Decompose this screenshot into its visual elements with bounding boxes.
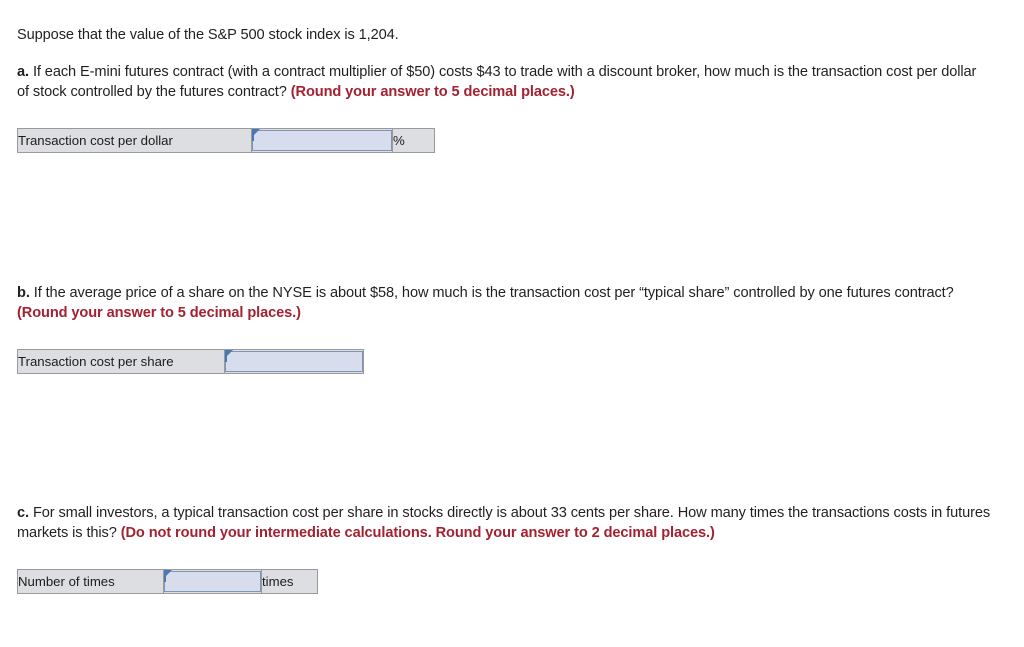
table-row: Transaction cost per dollar % <box>17 128 435 153</box>
question-a: a. If each E-mini futures contract (with… <box>17 63 977 102</box>
question-b-hint: (Round your answer to 5 decimal places.) <box>17 304 301 321</box>
table-row: Transaction cost per share <box>17 349 364 374</box>
answer-table-b: Transaction cost per share <box>17 349 364 374</box>
answer-b-field-wrap[interactable] <box>225 350 363 372</box>
answer-c-unit: times <box>261 569 318 594</box>
question-a-label: a. <box>17 64 29 80</box>
answer-c-input-cell[interactable] <box>163 569 262 594</box>
answer-a-unit: % <box>392 128 435 153</box>
answer-b-input[interactable] <box>226 352 362 371</box>
answer-b-input-cell[interactable] <box>224 349 364 374</box>
question-c: c. For small investors, a typical transa… <box>17 504 1017 543</box>
question-b: b. If the average price of a share on th… <box>17 284 987 323</box>
question-a-hint: (Round your answer to 5 decimal places.) <box>290 83 575 100</box>
answer-c-input[interactable] <box>165 572 260 591</box>
answer-c-field-wrap[interactable] <box>164 570 261 592</box>
question-c-hint: (Do not round your intermediate calculat… <box>120 524 715 541</box>
intro-statement: Suppose that the value of the S&P 500 st… <box>17 26 977 46</box>
question-b-label: b. <box>17 285 30 301</box>
answer-a-row-label: Transaction cost per dollar <box>17 128 252 153</box>
question-c-label: c. <box>17 505 29 521</box>
table-row: Number of times times <box>17 569 318 594</box>
answer-b-row-label: Transaction cost per share <box>17 349 225 374</box>
answer-a-input[interactable] <box>253 131 391 150</box>
worksheet-page: Suppose that the value of the S&P 500 st… <box>0 0 1024 647</box>
answer-a-field-wrap[interactable] <box>252 129 392 151</box>
answer-table-c: Number of times times <box>17 569 318 594</box>
intro-text: Suppose that the value of the S&P 500 st… <box>17 27 399 43</box>
answer-table-a: Transaction cost per dollar % <box>17 128 435 153</box>
answer-a-input-cell[interactable] <box>251 128 393 153</box>
question-b-body: If the average price of a share on the N… <box>29 285 954 301</box>
answer-c-row-label: Number of times <box>17 569 164 594</box>
